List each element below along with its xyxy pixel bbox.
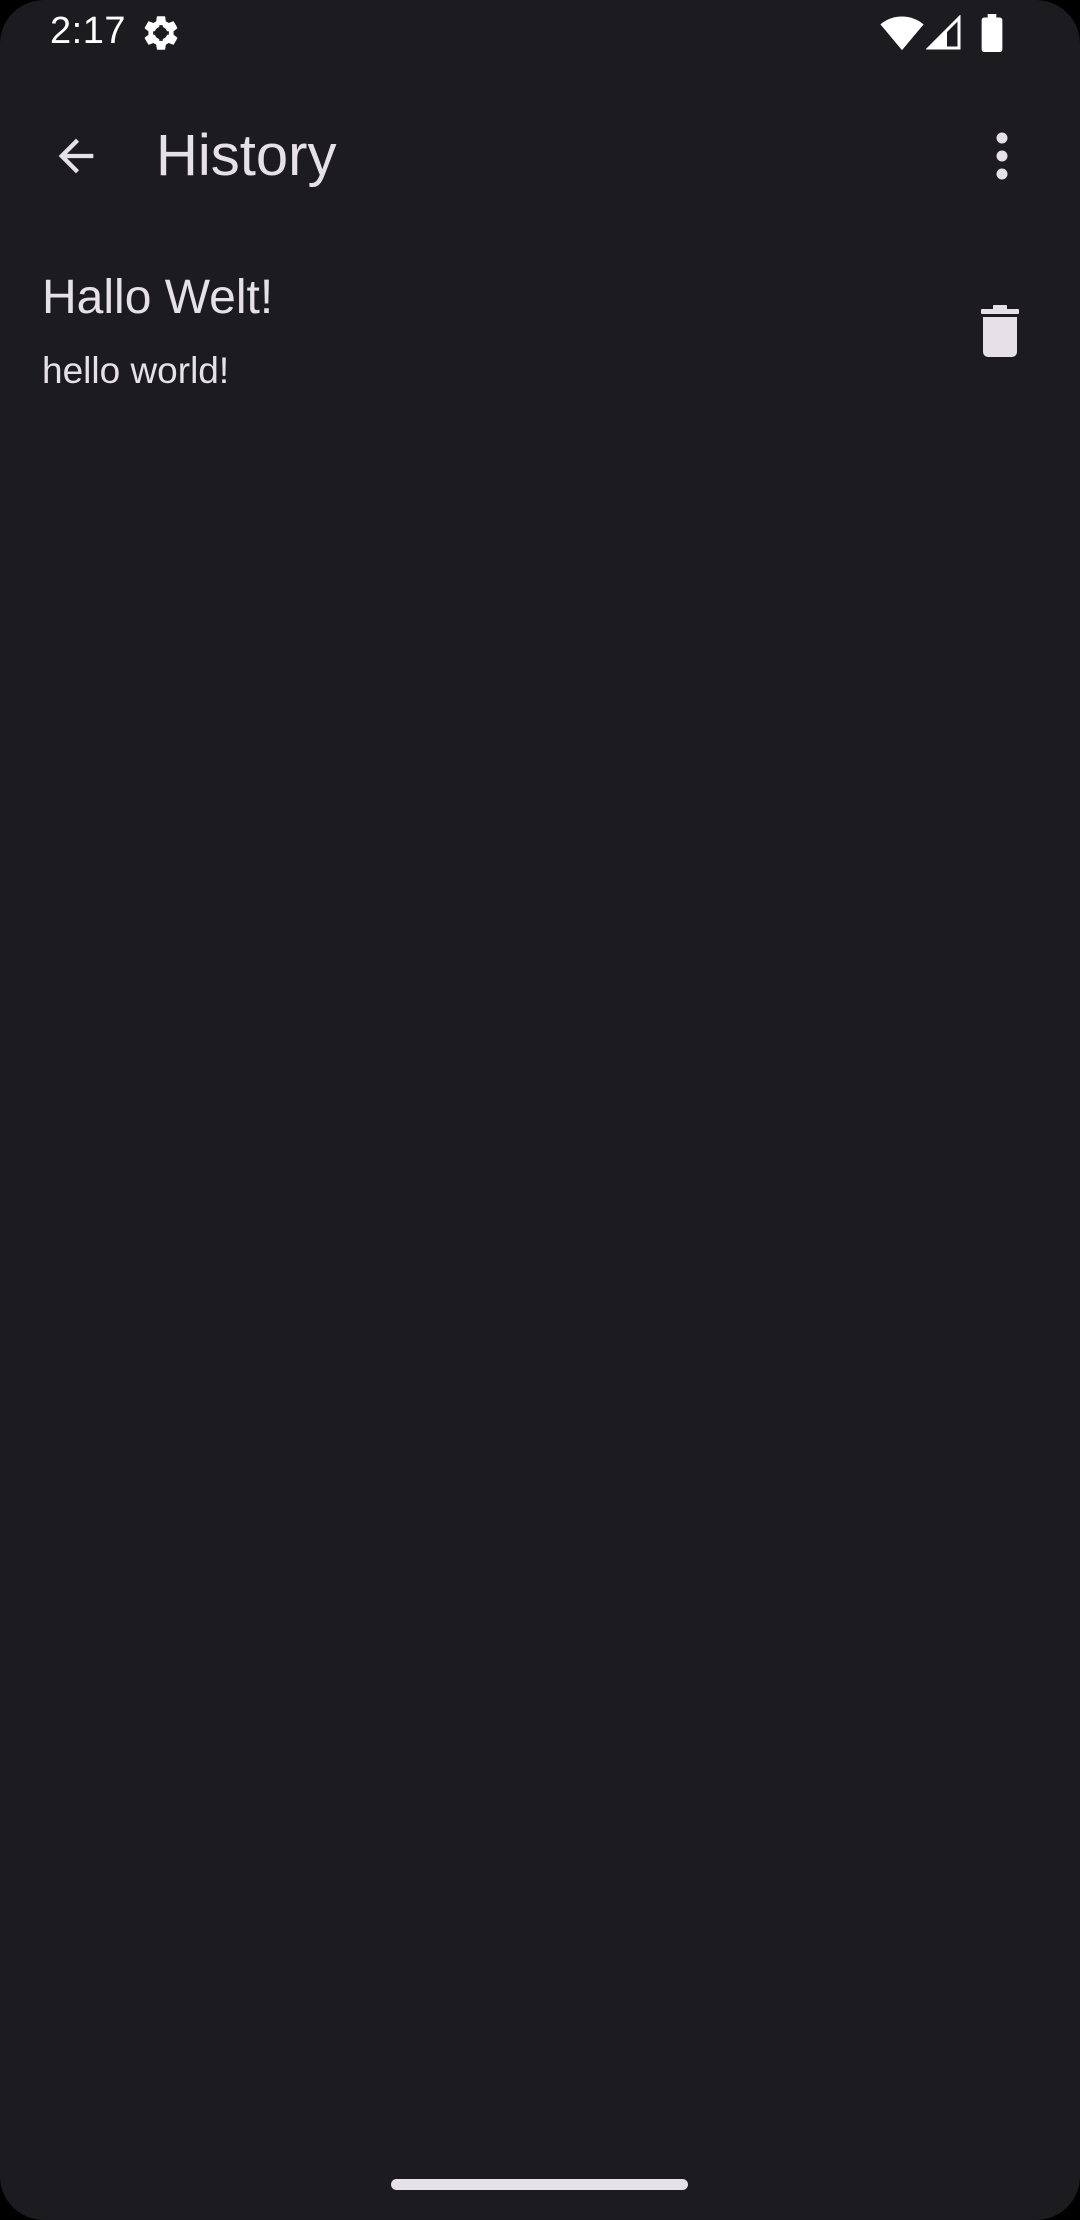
arrow-back-icon xyxy=(58,138,94,174)
more-options-button[interactable] xyxy=(966,120,1038,192)
top-app-bar: History xyxy=(0,88,1080,220)
status-time: 2:17 xyxy=(50,10,126,52)
battery-icon xyxy=(981,14,1003,52)
delete-button[interactable] xyxy=(964,295,1036,367)
history-item-translation-text: hello world! xyxy=(42,350,230,391)
more-vert-icon xyxy=(996,132,1008,180)
page-title: History xyxy=(156,123,337,188)
delete-icon xyxy=(981,305,1019,357)
gear-icon xyxy=(144,16,178,50)
gesture-navigation-bar[interactable] xyxy=(391,2179,688,2190)
signal-icon xyxy=(926,15,961,50)
history-screen: 2:17 History Hallo Welt! hello world! xyxy=(0,0,1080,2220)
history-list-item[interactable]: Hallo Welt! hello world! xyxy=(0,250,1080,420)
status-bar: 2:17 xyxy=(0,0,1080,66)
history-item-source-text: Hallo Welt! xyxy=(42,271,274,324)
back-button[interactable] xyxy=(40,120,112,192)
wifi-icon xyxy=(880,16,924,51)
